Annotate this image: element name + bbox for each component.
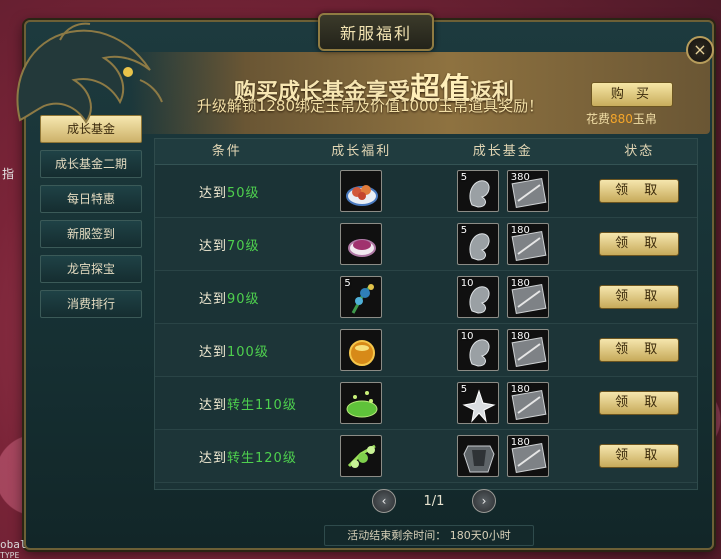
claim-button[interactable]: 领 取 — [599, 444, 680, 468]
header-reward: 成长福利 — [331, 144, 392, 159]
window-title: 新服福利 — [318, 13, 434, 51]
scroll-bundle-icon[interactable]: 180 — [506, 329, 549, 371]
scroll-bundle-icon[interactable]: 180 — [506, 223, 549, 265]
reward-table: 条件 成长福利 成长基金 状态 达到50级 5 380 领 取 达到70级 5 … — [154, 138, 698, 490]
claim-button[interactable]: 领 取 — [599, 232, 680, 256]
event-countdown: 活动结束剩余时间： 180天0小时 — [324, 525, 534, 546]
table-row: 达到100级 10 180 领 取 — [155, 324, 697, 377]
jade-spirit-icon[interactable]: 10 — [456, 329, 499, 371]
purple-bowl-icon[interactable] — [340, 223, 383, 265]
herb-bundle-icon[interactable]: 5 — [340, 276, 383, 318]
sidebar-item-signin[interactable]: 新服签到 — [40, 220, 142, 248]
table-row: 达到70级 5 180 领 取 — [155, 218, 697, 271]
sidebar-item-growth-fund-2[interactable]: 成长基金二期 — [40, 150, 142, 178]
condition-cell: 达到100级 — [199, 344, 269, 360]
sidebar-item-ranking[interactable]: 消费排行 — [40, 290, 142, 318]
condition-cell: 达到50级 — [199, 185, 260, 201]
close-icon: × — [693, 40, 707, 59]
dragon-ornament-icon — [16, 22, 163, 124]
claim-button[interactable]: 领 取 — [599, 338, 680, 362]
chevron-left-icon: ‹ — [381, 494, 387, 508]
pagination: ‹ 1/1 › — [372, 489, 496, 513]
table-row: 达到50级 5 380 领 取 — [155, 165, 697, 218]
sidebar-item-daily-deals[interactable]: 每日特惠 — [40, 185, 142, 213]
prev-page-button[interactable]: ‹ — [372, 489, 396, 513]
table-header: 条件 成长福利 成长基金 状态 — [155, 139, 697, 165]
table-row: 达到转生110级 5 180 领 取 — [155, 377, 697, 430]
scroll-bundle-icon[interactable]: 180 — [506, 435, 549, 477]
dumpling-plate-icon[interactable] — [340, 170, 383, 212]
close-button[interactable]: × — [686, 36, 714, 64]
armor-icon[interactable] — [456, 435, 499, 477]
jade-spirit-icon[interactable]: 5 — [456, 223, 499, 265]
scroll-bundle-icon[interactable]: 380 — [506, 170, 549, 212]
green-sparkle-icon[interactable] — [340, 435, 383, 477]
chevron-right-icon: › — [481, 494, 487, 508]
condition-cell: 达到70级 — [199, 238, 260, 254]
header-condition: 条件 — [211, 144, 242, 159]
header-fund: 成长基金 — [472, 144, 533, 159]
overlay-text-2: TYPE — [0, 551, 20, 559]
condition-cell: 达到90级 — [199, 291, 260, 307]
next-page-button[interactable]: › — [472, 489, 496, 513]
buy-button[interactable]: 购 买 — [591, 82, 673, 107]
green-leaf-plate-icon[interactable] — [340, 382, 383, 424]
table-row: 达到转生120级 180 领 取 — [155, 430, 697, 483]
claim-button[interactable]: 领 取 — [599, 179, 680, 203]
jade-spirit-icon[interactable]: 10 — [456, 276, 499, 318]
scroll-bundle-icon[interactable]: 180 — [506, 382, 549, 424]
claim-button[interactable]: 领 取 — [599, 285, 680, 309]
condition-cell: 达到转生120级 — [199, 450, 297, 466]
crystal-cluster-icon[interactable]: 5 — [456, 382, 499, 424]
claim-button[interactable]: 领 取 — [599, 391, 680, 415]
cost-label: 花费880玉帛 — [586, 112, 657, 126]
page-indicator: 1/1 — [423, 493, 445, 509]
jade-spirit-icon[interactable]: 5 — [456, 170, 499, 212]
overlay-text: obal — [0, 538, 27, 551]
sidebar-item-treasure[interactable]: 龙宫探宝 — [40, 255, 142, 283]
sidebar: 成长基金 成长基金二期 每日特惠 新服签到 龙宫探宝 消费排行 — [40, 115, 142, 325]
banner-subtitle: 升级解锁1280绑定玉帛及价值1000玉帛道具奖励！ — [196, 97, 544, 115]
condition-cell: 达到转生110级 — [199, 397, 297, 413]
background-fragment-text: 指 — [2, 167, 15, 181]
header-status: 状态 — [624, 144, 655, 159]
scroll-bundle-icon[interactable]: 180 — [506, 276, 549, 318]
golden-pot-icon[interactable] — [340, 329, 383, 371]
table-row: 达到90级 5 10 180 领 取 — [155, 271, 697, 324]
